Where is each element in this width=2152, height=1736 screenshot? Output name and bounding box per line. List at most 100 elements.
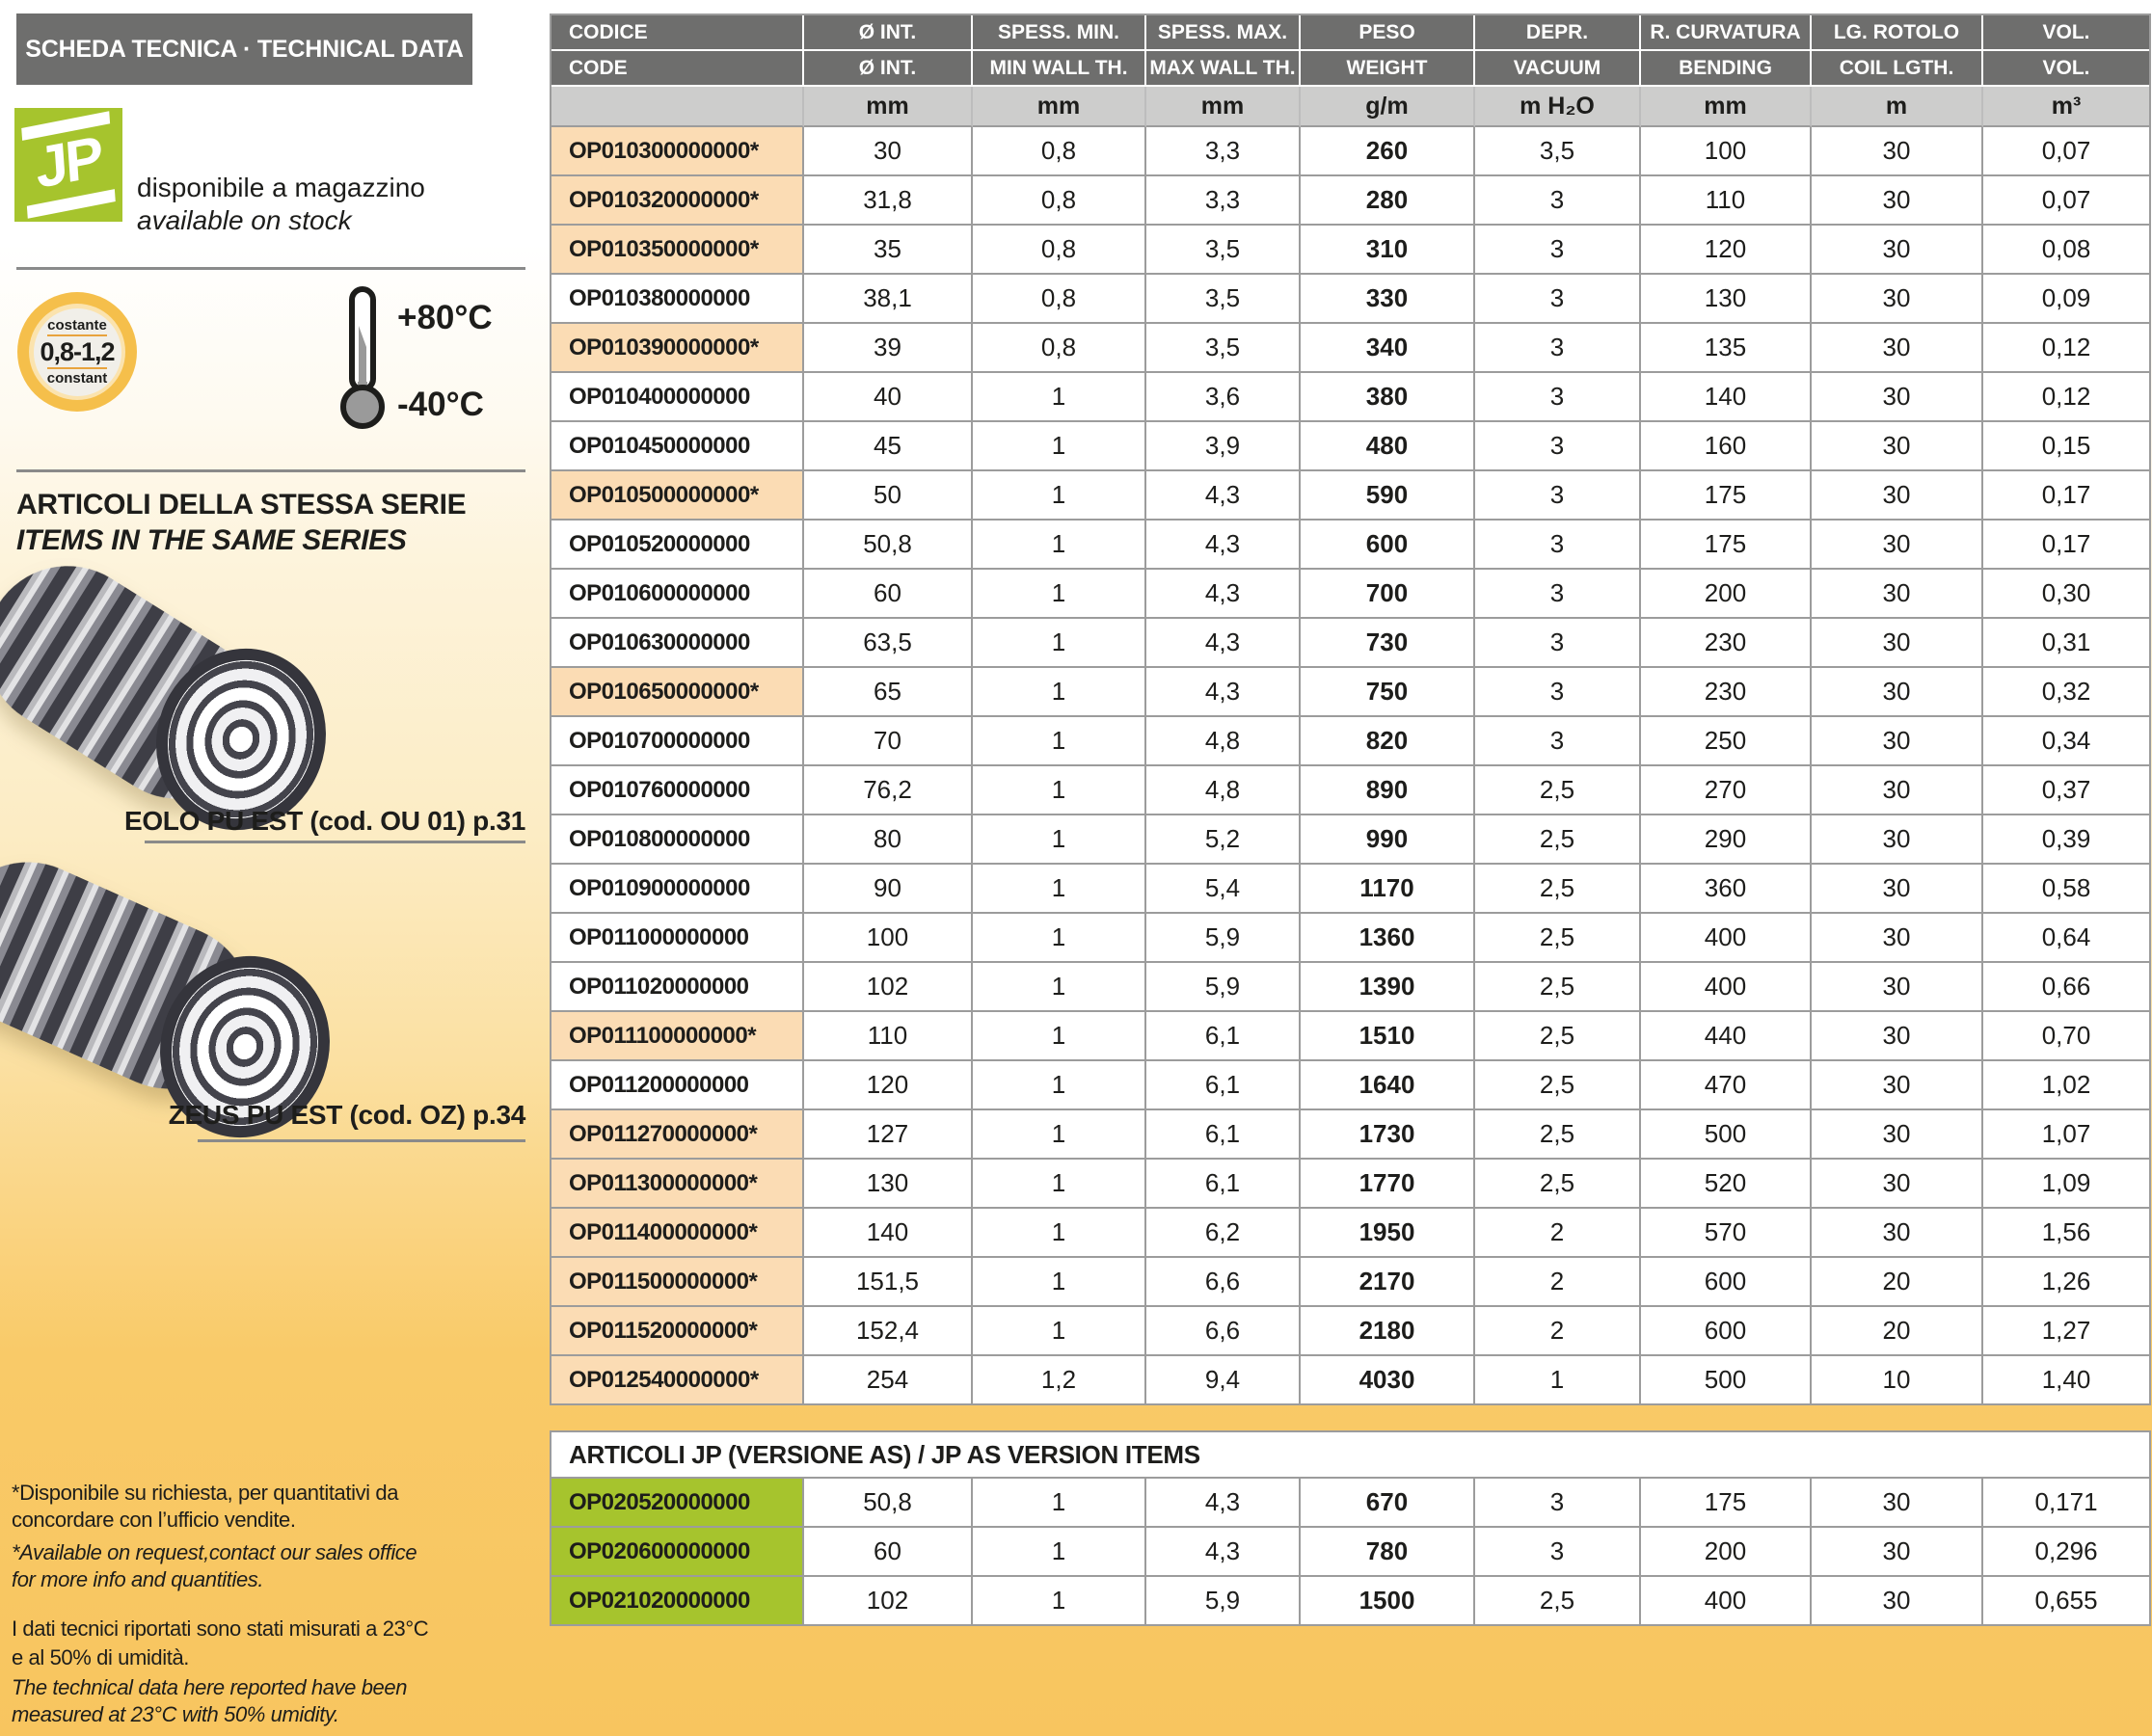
as-table: ARTICOLI JP (VERSIONE AS) / JP AS VERSIO… xyxy=(550,1430,2151,1626)
value-cell: 0,39 xyxy=(1983,815,2149,865)
value-cell: 1950 xyxy=(1301,1209,1475,1258)
value-cell: 990 xyxy=(1301,815,1475,865)
jp-logo-inner: JP xyxy=(14,109,121,222)
value-cell: 30 xyxy=(1812,1577,1983,1624)
badge-label-top: costante xyxy=(47,318,107,333)
value-cell: 1 xyxy=(973,865,1146,914)
value-cell: 39 xyxy=(804,324,973,373)
value-cell: 6,6 xyxy=(1146,1258,1301,1307)
table-row: OP011300000000*13016,117702,5520301,09 xyxy=(551,1160,2149,1209)
table-row: OP01063000000063,514,37303230300,31 xyxy=(551,619,2149,668)
value-cell: 1 xyxy=(973,1012,1146,1061)
value-cell: 2 xyxy=(1475,1307,1641,1356)
value-cell: 45 xyxy=(804,422,973,471)
value-cell: 1 xyxy=(973,570,1146,619)
value-cell: 3 xyxy=(1475,471,1641,521)
value-cell: 3,6 xyxy=(1146,373,1301,422)
table-row: OP02052000000050,814,36703175300,171 xyxy=(551,1479,2149,1528)
header-cell: CODE xyxy=(551,51,804,87)
value-cell: 9,4 xyxy=(1146,1356,1301,1403)
value-cell: 4030 xyxy=(1301,1356,1475,1403)
value-cell: 175 xyxy=(1641,471,1812,521)
header-cell: WEIGHT xyxy=(1301,51,1475,87)
value-cell: 76,2 xyxy=(804,766,973,815)
table-row: OP0109000000009015,411702,5360300,58 xyxy=(551,865,2149,914)
value-cell: 1 xyxy=(973,1258,1146,1307)
value-cell: 570 xyxy=(1641,1209,1812,1258)
value-cell: 127 xyxy=(804,1110,973,1160)
value-cell: 30 xyxy=(1812,521,1983,570)
code-cell: OP010650000000* xyxy=(551,668,804,717)
value-cell: 360 xyxy=(1641,865,1812,914)
value-cell: 130 xyxy=(1641,275,1812,324)
value-cell: 30 xyxy=(1812,373,1983,422)
code-cell: OP021020000000 xyxy=(551,1577,804,1624)
value-cell: 20 xyxy=(1812,1258,1983,1307)
value-cell: 4,3 xyxy=(1146,570,1301,619)
value-cell: 400 xyxy=(1641,914,1812,963)
value-cell: 30 xyxy=(1812,570,1983,619)
value-cell: 1 xyxy=(1475,1356,1641,1403)
value-cell: 0,8 xyxy=(973,226,1146,275)
value-cell: 0,171 xyxy=(1983,1479,2149,1528)
table-row: OP011520000000*152,416,621802600201,27 xyxy=(551,1307,2149,1356)
value-cell: 0,07 xyxy=(1983,127,2149,176)
unit-cell: m³ xyxy=(1983,87,2149,127)
value-cell: 4,3 xyxy=(1146,1528,1301,1577)
value-cell: 20 xyxy=(1812,1307,1983,1356)
value-cell: 30 xyxy=(1812,127,1983,176)
value-cell: 30 xyxy=(1812,176,1983,226)
value-cell: 1,56 xyxy=(1983,1209,2149,1258)
value-cell: 4,8 xyxy=(1146,717,1301,766)
badge-value: 0,8-1,2 xyxy=(40,338,114,365)
code-cell: OP010800000000 xyxy=(551,815,804,865)
value-cell: 70 xyxy=(804,717,973,766)
value-cell: 730 xyxy=(1301,619,1475,668)
value-cell: 140 xyxy=(1641,373,1812,422)
value-cell: 200 xyxy=(1641,1528,1812,1577)
badge-rule-top xyxy=(47,334,107,336)
value-cell: 250 xyxy=(1641,717,1812,766)
footnote-asterisk-it: *Disponibile su richiesta, per quantitat… xyxy=(12,1480,561,1534)
table-row: OP01102000000010215,913902,5400300,66 xyxy=(551,963,2149,1012)
value-cell: 230 xyxy=(1641,619,1812,668)
table-row: OP02102000000010215,915002,5400300,655 xyxy=(551,1577,2149,1624)
code-cell: OP012540000000* xyxy=(551,1356,804,1403)
value-cell: 520 xyxy=(1641,1160,1812,1209)
value-cell: 1 xyxy=(973,1110,1146,1160)
value-cell: 30 xyxy=(1812,1061,1983,1110)
value-cell: 0,15 xyxy=(1983,422,2149,471)
stock-note-it: disponibile a magazzino xyxy=(137,172,425,204)
main-table-body: OP010300000000*300,83,32603,5100300,07OP… xyxy=(551,127,2149,1403)
value-cell: 3,3 xyxy=(1146,127,1301,176)
value-cell: 1 xyxy=(973,1577,1146,1624)
badge-rule-bottom xyxy=(47,367,107,369)
value-cell: 0,09 xyxy=(1983,275,2149,324)
value-cell: 60 xyxy=(804,1528,973,1577)
value-cell: 30 xyxy=(1812,619,1983,668)
value-cell: 0,30 xyxy=(1983,570,2149,619)
value-cell: 30 xyxy=(1812,1528,1983,1577)
units-row: mmmmmmg/mm H₂Ommmm³ xyxy=(551,87,2149,127)
badge-center: costante 0,8-1,2 constant xyxy=(34,308,121,396)
table-row: OP01052000000050,814,36003175300,17 xyxy=(551,521,2149,570)
thermometer-icon xyxy=(339,285,388,432)
value-cell: 102 xyxy=(804,1577,973,1624)
unit-cell: mm xyxy=(973,87,1146,127)
badge-label-bottom: constant xyxy=(47,371,108,386)
value-cell: 1,02 xyxy=(1983,1061,2149,1110)
value-cell: 50 xyxy=(804,471,973,521)
technical-data-sheet: SCHEDA TECNICA · TECHNICAL DATA JP dispo… xyxy=(0,0,2152,1736)
value-cell: 4,8 xyxy=(1146,766,1301,815)
value-cell: 31,8 xyxy=(804,176,973,226)
value-cell: 30 xyxy=(1812,914,1983,963)
logo-letters: JP xyxy=(34,122,102,201)
value-cell: 470 xyxy=(1641,1061,1812,1110)
as-table-head: ARTICOLI JP (VERSIONE AS) / JP AS VERSIO… xyxy=(551,1432,2149,1479)
value-cell: 102 xyxy=(804,963,973,1012)
value-cell: 0,296 xyxy=(1983,1528,2149,1577)
value-cell: 1 xyxy=(973,619,1146,668)
value-cell: 260 xyxy=(1301,127,1475,176)
value-cell: 3 xyxy=(1475,521,1641,570)
table-row: OP010350000000*350,83,53103120300,08 xyxy=(551,226,2149,275)
